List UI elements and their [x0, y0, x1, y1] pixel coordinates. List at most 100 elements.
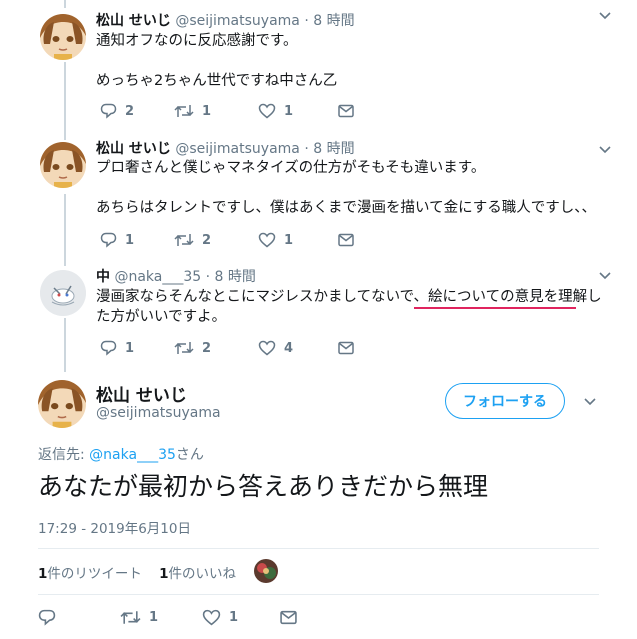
direct-message-button[interactable]	[338, 230, 354, 250]
thread-tweet[interactable]: 松山 せいじ @seijimatsuyama · 8 時間 通知オフなのに反応感…	[0, 0, 637, 132]
reply-count: 2	[125, 103, 135, 119]
direct-message-button[interactable]	[338, 101, 354, 121]
liker-avatar[interactable]	[254, 559, 278, 583]
display-name[interactable]: 松山 せいじ	[96, 381, 187, 406]
direct-message-button[interactable]	[280, 607, 297, 627]
follow-button[interactable]: フォローする	[445, 383, 565, 419]
retweet-button[interactable]: 2	[174, 338, 211, 358]
retweet-count: 1	[202, 103, 212, 119]
like-button[interactable]: 4	[258, 338, 293, 358]
retweet-icon	[174, 342, 194, 354]
tweet-text-line	[96, 51, 596, 71]
divider	[38, 594, 599, 595]
reply-to-suffix: さん	[175, 447, 204, 463]
like-icon	[202, 609, 221, 625]
tweet-text-line	[96, 178, 596, 198]
tweet-header: 松山 せいじ @seijimatsuyama · 8 時間	[96, 10, 355, 30]
user-handle[interactable]: @naka___35	[114, 269, 201, 285]
like-stat[interactable]: 1件のいいね	[159, 566, 236, 582]
like-count: 1	[284, 232, 294, 248]
tweet-actions: 1 2 4	[96, 338, 356, 358]
reply-to: 返信先: @naka___35さん	[38, 444, 204, 464]
avatar[interactable]	[40, 14, 86, 60]
separator-dot: ·	[304, 141, 309, 157]
like-count: 4	[284, 340, 294, 356]
like-count: 1	[229, 609, 239, 625]
like-button[interactable]: 1	[258, 230, 293, 250]
reply-button[interactable]	[38, 607, 56, 627]
tweet-time[interactable]: 8 時間	[313, 141, 354, 157]
retweet-icon	[174, 234, 194, 246]
reply-icon	[38, 609, 56, 626]
tweet-stats: 1件のリツイート 1件のいいね	[38, 562, 236, 582]
display-name[interactable]: 松山 せいじ	[96, 141, 171, 157]
retweet-stat-count: 1	[38, 566, 48, 582]
reply-icon	[100, 103, 117, 119]
divider	[38, 548, 599, 549]
thread-tweet[interactable]: 松山 せいじ @seijimatsuyama · 8 時間 プロ奢さんと僕じゃマ…	[0, 132, 637, 262]
like-button[interactable]: 1	[258, 101, 293, 121]
display-name[interactable]: 中	[96, 269, 110, 285]
chevron-down-icon[interactable]	[584, 398, 596, 406]
tweet-text: プロ奢さんと僕じゃマネタイズの仕方がそもそも違います。 あちらはタレントですし、…	[96, 158, 596, 218]
retweet-count: 1	[149, 609, 159, 625]
user-handle[interactable]: @seijimatsuyama	[175, 141, 300, 157]
like-count: 1	[284, 103, 294, 119]
tweet-time[interactable]: 8 時間	[215, 269, 256, 285]
reply-button[interactable]: 1	[100, 338, 134, 358]
retweet-icon	[120, 610, 141, 624]
reply-to-prefix: 返信先:	[38, 447, 90, 463]
like-icon	[258, 340, 276, 356]
direct-message-button[interactable]	[338, 338, 354, 358]
like-stat-label: 件のいいね	[168, 566, 236, 582]
like-icon	[258, 232, 276, 248]
tweet-header: 松山 せいじ @seijimatsuyama · 8 時間	[96, 138, 355, 158]
retweet-count: 2	[202, 340, 212, 356]
retweet-count: 2	[202, 232, 212, 248]
reply-icon	[100, 232, 117, 248]
reply-icon	[100, 340, 117, 356]
retweet-stat[interactable]: 1件のリツイート	[38, 566, 142, 582]
retweet-stat-label: 件のリツイート	[47, 566, 142, 582]
tweet-time[interactable]: 8 時間	[313, 13, 354, 29]
tweet-actions: 1 2 1	[96, 230, 356, 250]
tweet-actions: 1 1	[38, 607, 308, 627]
tweet-timestamp[interactable]: 17:29 - 2019年6月10日	[38, 517, 191, 537]
tweet-text-line: プロ奢さんと僕じゃマネタイズの仕方がそもそも違います。	[96, 160, 486, 176]
like-button[interactable]: 1	[202, 607, 238, 627]
retweet-icon	[174, 105, 194, 117]
thread-tweet[interactable]: 中 @naka___35 · 8 時間 漫画家ならそんなとこにマジレスかましてな…	[0, 262, 637, 372]
tweet-text-line: 通知オフなのに反応感謝です。	[96, 33, 298, 49]
mention-link[interactable]: @naka___35	[89, 447, 176, 463]
chevron-down-icon[interactable]	[599, 12, 611, 20]
avatar[interactable]	[40, 142, 86, 188]
highlight-underline	[414, 307, 576, 309]
tweet-text: あなたが最初から答えありきだから無理	[38, 472, 489, 501]
reply-count: 1	[125, 340, 135, 356]
display-name[interactable]: 松山 せいじ	[96, 13, 171, 29]
reply-button[interactable]: 2	[100, 101, 134, 121]
chevron-down-icon[interactable]	[599, 272, 611, 280]
retweet-button[interactable]: 1	[120, 607, 158, 627]
reply-count: 1	[125, 232, 135, 248]
direct-message-icon	[338, 341, 354, 355]
tweet-text-line: あちらはタレントですし、僕はあくまで漫画を描いて金にする職人ですし、、	[96, 200, 596, 216]
retweet-button[interactable]: 2	[174, 230, 211, 250]
tweet-header: 中 @naka___35 · 8 時間	[96, 266, 256, 286]
like-icon	[258, 103, 276, 119]
user-handle[interactable]: @seijimatsuyama	[96, 405, 221, 421]
avatar[interactable]	[38, 380, 86, 428]
direct-message-icon	[338, 104, 354, 118]
tweet-text-line: 漫画家ならそんなとこにマジレスかましてないで、絵についての意見を理解し	[96, 289, 602, 305]
reply-button[interactable]: 1	[100, 230, 134, 250]
direct-message-icon	[280, 610, 297, 624]
user-handle[interactable]: @seijimatsuyama	[175, 13, 300, 29]
tweet-text-line: めっちゃ2ちゃん世代ですね中さん乙	[96, 73, 338, 89]
tweet-text-line: た方がいいですよ。	[96, 309, 227, 325]
direct-message-icon	[338, 233, 354, 247]
separator-dot: ·	[304, 13, 309, 29]
avatar[interactable]	[40, 270, 86, 316]
chevron-down-icon[interactable]	[599, 146, 611, 154]
separator-dot: ·	[205, 269, 211, 285]
retweet-button[interactable]: 1	[174, 101, 211, 121]
